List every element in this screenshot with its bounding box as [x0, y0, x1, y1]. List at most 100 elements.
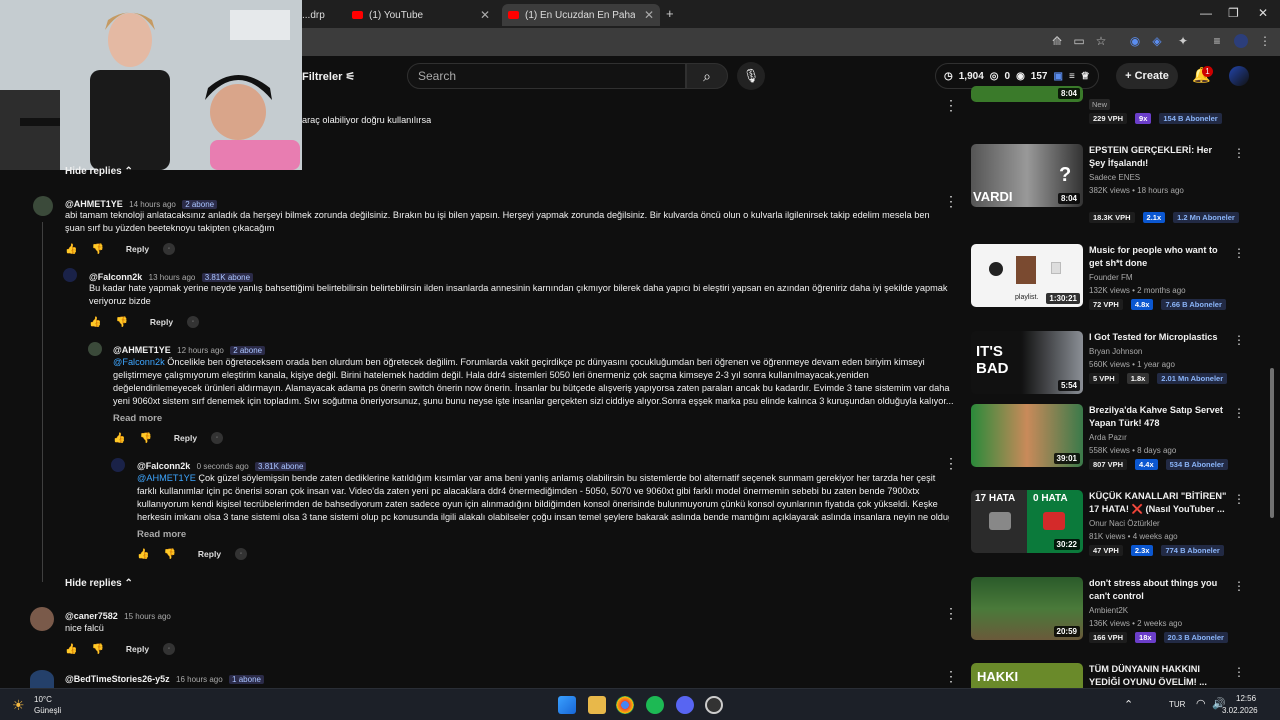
- comment-time[interactable]: 16 hours ago: [176, 675, 223, 684]
- video-thumbnail[interactable]: 17 HATA 0 HATA 30:22: [971, 490, 1083, 553]
- comment-menu-icon[interactable]: ⋮: [944, 194, 958, 208]
- avatar[interactable]: [63, 268, 77, 282]
- extension-icon[interactable]: ◈: [1150, 34, 1164, 48]
- video-thumbnail[interactable]: playlist. 1:30:21: [971, 244, 1083, 307]
- reply-button[interactable]: Reply: [174, 433, 197, 443]
- bookmark-star-icon[interactable]: ☆: [1094, 34, 1108, 48]
- translate-icon[interactable]: ⟰: [1050, 34, 1064, 48]
- sidebar-video[interactable]: 17 HATA 0 HATA 30:22 KÜÇÜK KANALLARI "Bİ…: [971, 490, 1261, 560]
- comment-menu-icon[interactable]: ⋮: [944, 669, 958, 683]
- read-more-button[interactable]: Read more: [137, 529, 186, 540]
- sidebar-video[interactable]: HAKKI TÜM DÜNYANIN HAKKINI YEDİĞİ OYUNU …: [971, 663, 1261, 688]
- avatar[interactable]: [111, 458, 125, 472]
- like-icon[interactable]: 👍: [113, 433, 125, 444]
- spotify-icon[interactable]: [646, 696, 664, 714]
- clock-date[interactable]: 3.02.2026: [1222, 706, 1258, 715]
- comment-menu-icon[interactable]: ⋮: [944, 98, 958, 112]
- extension-icon[interactable]: ◉: [1128, 34, 1142, 48]
- read-more-button[interactable]: Read more: [113, 413, 162, 424]
- language-indicator[interactable]: TUR: [1169, 700, 1185, 709]
- discord-icon[interactable]: [676, 696, 694, 714]
- sidebar-video[interactable]: IT'S BAD 5:54 I Got Tested for Microplas…: [971, 331, 1261, 401]
- sidebar-video[interactable]: 39:01 Brezilya'da Kahve Satıp Servet Yap…: [971, 404, 1261, 474]
- video-menu-icon[interactable]: ⋮: [1233, 665, 1245, 679]
- wifi-icon[interactable]: ◠: [1196, 697, 1206, 710]
- reply-button[interactable]: Reply: [198, 549, 221, 559]
- comment-menu-icon[interactable]: ⋮: [944, 606, 958, 620]
- comment-author[interactable]: @Falconn2k: [137, 461, 190, 471]
- extension-chip-icon[interactable]: ◦: [163, 243, 176, 255]
- dislike-icon[interactable]: 👎: [115, 317, 127, 328]
- video-menu-icon[interactable]: ⋮: [1233, 146, 1245, 160]
- video-menu-icon[interactable]: ⋮: [1233, 246, 1245, 260]
- reply-button[interactable]: Reply: [150, 317, 173, 327]
- comment-time[interactable]: 13 hours ago: [149, 273, 196, 282]
- avatar[interactable]: [30, 607, 54, 631]
- close-window-button[interactable]: ✕: [1258, 6, 1268, 20]
- voice-search-button[interactable]: 🎙: [737, 62, 765, 90]
- video-thumbnail[interactable]: 8:04: [971, 86, 1083, 102]
- sidebar-video[interactable]: playlist. 1:30:21 Music for people who w…: [971, 244, 1261, 314]
- mention-link[interactable]: @AHMET1YE: [137, 473, 196, 483]
- weather-sun-icon[interactable]: ☀: [12, 697, 25, 714]
- video-title[interactable]: KÜÇÜK KANALLARI "BİTİREN" 17 HATA! ❌ (Na…: [1089, 490, 1229, 516]
- chevron-up-icon[interactable]: ⌃: [1124, 698, 1133, 711]
- minimize-button[interactable]: —: [1200, 6, 1212, 20]
- dislike-icon[interactable]: 👎: [139, 433, 151, 444]
- extensions-puzzle-icon[interactable]: ✦: [1176, 34, 1190, 48]
- video-title[interactable]: don't stress about things you can't cont…: [1089, 577, 1229, 603]
- like-icon[interactable]: 👍: [65, 644, 77, 655]
- sidebar-video[interactable]: 8:04 New 229 VPH 9x 154 B Aboneler: [971, 72, 1261, 128]
- comment-author[interactable]: @BedTimeStories26-y5z: [65, 674, 170, 684]
- video-menu-icon[interactable]: ⋮: [1233, 579, 1245, 593]
- chrome-icon[interactable]: [616, 696, 634, 714]
- video-thumbnail[interactable]: HAKKI: [971, 663, 1083, 688]
- tab-youtube[interactable]: (1) YouTube ✕: [346, 4, 496, 26]
- media-control-icon[interactable]: ≡: [1210, 34, 1224, 48]
- comment-author[interactable]: @AHMET1YE: [65, 199, 123, 209]
- video-menu-icon[interactable]: ⋮: [1233, 406, 1245, 420]
- dislike-icon[interactable]: 👎: [163, 549, 175, 560]
- comment-time[interactable]: 0 seconds ago: [197, 462, 249, 471]
- cast-icon[interactable]: ▭: [1072, 34, 1086, 48]
- obs-icon[interactable]: [705, 696, 723, 714]
- video-title[interactable]: Music for people who want to get sh*t do…: [1089, 244, 1229, 270]
- windows-start-icon[interactable]: [558, 696, 576, 714]
- video-menu-icon[interactable]: ⋮: [1233, 492, 1245, 506]
- filters-button[interactable]: Filtreler ⚟: [302, 70, 355, 83]
- hide-replies-button[interactable]: Hide replies ⌃: [65, 578, 133, 589]
- video-thumbnail[interactable]: IT'S BAD 5:54: [971, 331, 1083, 394]
- extension-chip-icon[interactable]: ◦: [211, 432, 224, 444]
- page-scrollbar[interactable]: [1270, 368, 1274, 518]
- close-tab-icon[interactable]: ✕: [480, 8, 490, 22]
- close-tab-icon[interactable]: ✕: [644, 8, 654, 22]
- tab-active-video[interactable]: (1) En Ucuzdan En Pahalıya: Siz... ✕: [502, 4, 660, 26]
- new-tab-button[interactable]: +: [666, 6, 674, 21]
- profile-avatar-icon[interactable]: [1234, 34, 1248, 48]
- avatar[interactable]: [33, 196, 53, 216]
- channel-name[interactable]: Sadece ENES: [1089, 173, 1140, 182]
- avatar[interactable]: [88, 342, 102, 356]
- like-icon[interactable]: 👍: [65, 244, 77, 255]
- like-icon[interactable]: 👍: [89, 317, 101, 328]
- video-menu-icon[interactable]: ⋮: [1233, 333, 1245, 347]
- sidebar-video[interactable]: VARDI ? 8:04 EPSTEIN GERÇEKLERİ: Her Şey…: [971, 144, 1261, 224]
- comment-time[interactable]: 15 hours ago: [124, 612, 171, 621]
- video-thumbnail[interactable]: VARDI ? 8:04: [971, 144, 1083, 207]
- sidebar-video[interactable]: 20:59 don't stress about things you can'…: [971, 577, 1261, 647]
- video-thumbnail[interactable]: 20:59: [971, 577, 1083, 640]
- video-title[interactable]: TÜM DÜNYANIN HAKKINI YEDİĞİ OYUNU ÖVELİM…: [1089, 663, 1229, 688]
- channel-name[interactable]: Onur Naci Öztürkler: [1089, 519, 1160, 528]
- channel-name[interactable]: Arda Pazır: [1089, 433, 1127, 442]
- extension-chip-icon[interactable]: ◦: [163, 643, 176, 655]
- video-title[interactable]: I Got Tested for Microplastics: [1089, 331, 1229, 344]
- comment-menu-icon[interactable]: ⋮: [944, 456, 958, 470]
- hide-replies-button[interactable]: Hide replies ⌃: [65, 166, 133, 177]
- extension-chip-icon[interactable]: ◦: [235, 548, 248, 560]
- like-icon[interactable]: 👍: [137, 549, 149, 560]
- video-thumbnail[interactable]: 39:01: [971, 404, 1083, 467]
- file-explorer-icon[interactable]: [588, 696, 606, 714]
- channel-name[interactable]: Bryan Johnson: [1089, 347, 1142, 356]
- weather-desc[interactable]: Güneşli: [34, 706, 61, 715]
- tab-partial[interactable]: ...drp: [302, 4, 342, 26]
